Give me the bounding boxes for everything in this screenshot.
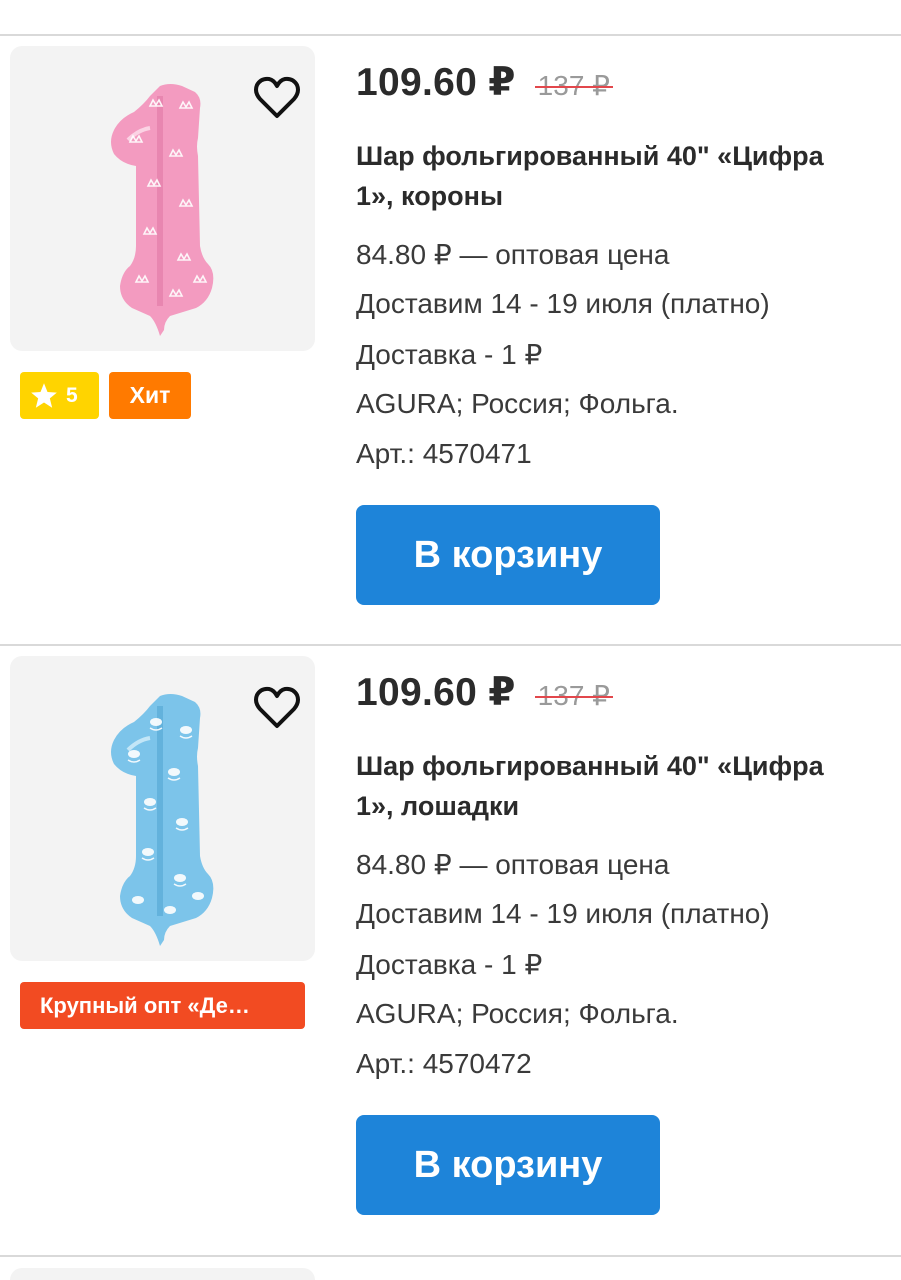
product-title[interactable]: Шар фольгированный 40" «Цифра 1», лошадк… [356,746,826,826]
wholesale-price: 84.80 ₽ — оптовая цена [356,239,670,270]
product-card-2[interactable]: Крупный опт «Де… 109.60 ₽ 137 ₽ Шар фоль… [0,646,901,1256]
product-title[interactable]: Шар фольгированный 40" «Цифра 1», короны [356,136,826,216]
badges: Крупный опт «Де… [20,982,305,1029]
manufacturer: AGURA; Россия; Фольга. [356,388,679,419]
wholesale-promo-badge[interactable]: Крупный опт «Де… [20,982,305,1029]
old-price: 137 ₽ [534,680,614,711]
heart-icon[interactable] [252,74,302,120]
next-product-image[interactable] [10,1268,315,1280]
add-to-cart-button[interactable]: В корзину [356,505,660,605]
article-number: Арт.: 4570471 [356,438,532,469]
wholesale-price: 84.80 ₽ — оптовая цена [356,849,670,880]
card-divider [0,1255,901,1257]
add-to-cart-button[interactable]: В корзину [356,1115,660,1215]
price-row: 109.60 ₽ 137 ₽ [356,60,614,105]
badges: 5 Хит [20,372,191,419]
current-price: 109.60 ₽ [356,671,516,714]
old-price: 137 ₽ [534,70,614,101]
product-image[interactable] [10,46,315,351]
article-number: Арт.: 4570472 [356,1048,532,1079]
rating-value: 5 [66,383,78,407]
current-price: 109.60 ₽ [356,61,516,104]
rating-badge: 5 [20,372,99,419]
product-image[interactable] [10,656,315,961]
product-card-1[interactable]: 5 Хит 109.60 ₽ 137 ₽ Шар фольгированный … [0,36,901,646]
delivery-cost: Доставка - 1 ₽ [356,339,543,370]
delivery-cost: Доставка - 1 ₽ [356,949,543,980]
heart-icon[interactable] [252,684,302,730]
price-row: 109.60 ₽ 137 ₽ [356,670,614,715]
manufacturer: AGURA; Россия; Фольга. [356,998,679,1029]
star-icon [31,383,57,408]
delivery-dates: Доставим 14 - 19 июля (платно) [356,898,770,929]
delivery-dates: Доставим 14 - 19 июля (платно) [356,288,770,319]
hit-badge: Хит [109,372,191,419]
